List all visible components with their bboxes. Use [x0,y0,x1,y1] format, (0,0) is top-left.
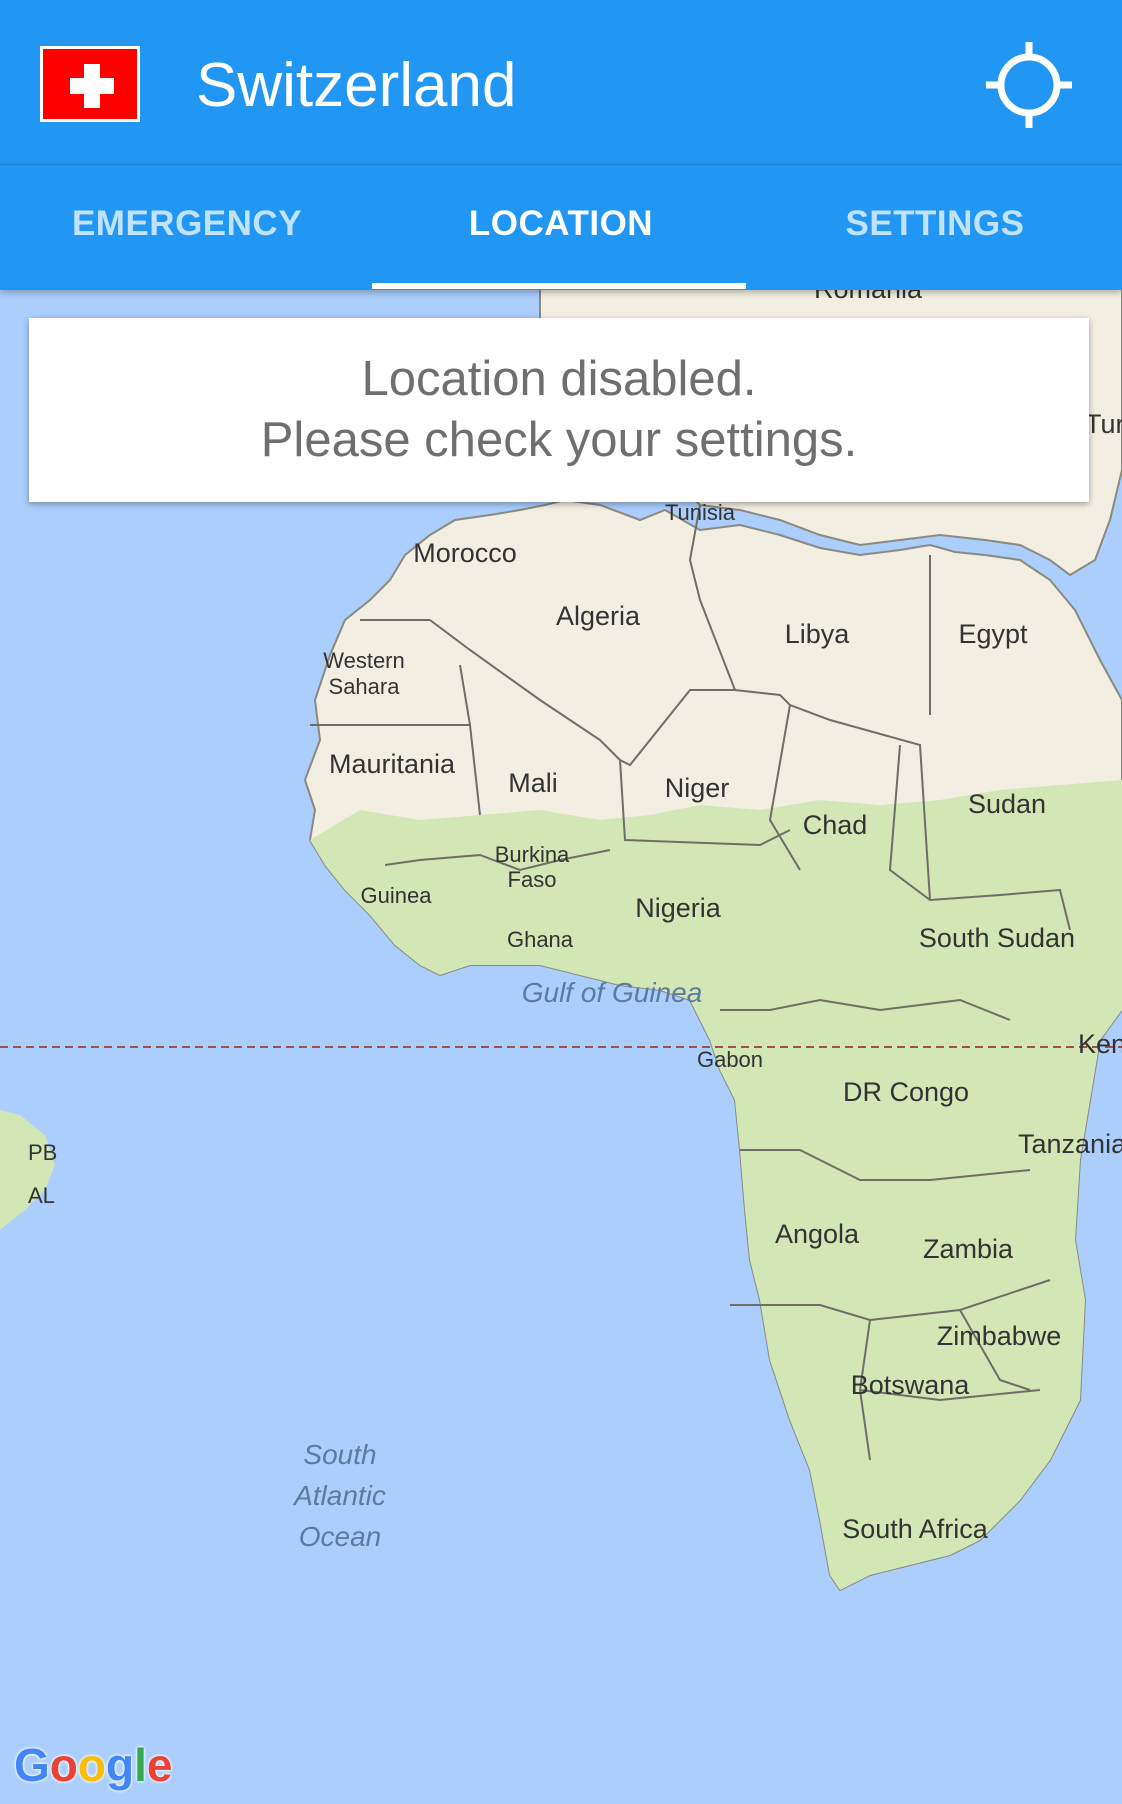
notice-line-1: Location disabled. [361,352,757,406]
logo-letter: g [106,1739,135,1791]
map-label: Sahara [329,674,401,699]
google-logo: Google [14,1738,172,1792]
tab-bar: EMERGENCY LOCATION SETTINGS [0,164,1122,290]
map-label: Kenya [1078,1029,1122,1059]
notice-line-2: Please check your settings. [260,413,858,467]
tab-label: LOCATION [468,203,654,243]
tab-emergency[interactable]: EMERGENCY [0,165,374,290]
map-label: DR Congo [843,1077,969,1107]
map-label: South Africa [842,1514,989,1544]
app-bar: Switzerland [0,0,1122,164]
map-label: Western [323,648,405,673]
map-view[interactable]: Romania Tunisia Morocco Algeria Libya Eg… [0,289,1122,1804]
logo-letter: o [49,1739,78,1791]
map-label: Morocco [413,538,517,568]
map-label: Tanzania [1018,1129,1122,1159]
map-label: Zimbabwe [937,1321,1062,1351]
map-label: Sudan [968,789,1046,819]
tab-settings[interactable]: SETTINGS [748,165,1122,290]
map-label: Mauritania [329,749,456,779]
map-label: Zambia [923,1234,1014,1264]
tab-location[interactable]: LOCATION [374,165,748,290]
map-label: PB [28,1140,57,1165]
map-label: Egypt [958,619,1028,649]
logo-letter: e [146,1739,173,1791]
map-label: Mali [508,768,558,798]
water-label: Gulf of Guinea [522,977,703,1008]
crosshair-icon[interactable] [984,40,1074,130]
map-label: Algeria [556,601,641,631]
map-label: Guinea [361,883,433,908]
active-tab-indicator [372,283,746,289]
map-canvas: Romania Tunisia Morocco Algeria Libya Eg… [0,289,1122,1592]
map-label: Chad [803,810,868,840]
country-title: Switzerland [196,51,517,120]
logo-letter: o [77,1739,106,1791]
map-label: Burkina [495,842,570,867]
tab-label: SETTINGS [845,203,1025,243]
water-label: Atlantic [292,1480,386,1511]
map-label: Turkey [1085,409,1122,439]
land-south-america [0,1110,55,1230]
map-label: Tunisia [665,500,736,525]
map-label: Gabon [697,1047,763,1072]
swiss-flag-icon [40,46,140,122]
map-label: Angola [775,1219,860,1249]
map-label: Botswana [851,1370,971,1400]
map-label: Libya [785,619,851,649]
map-label: Nigeria [635,893,722,923]
map-label: AL [28,1183,55,1208]
water-label: South [303,1439,376,1470]
logo-letter: G [14,1739,50,1791]
map-label: South Sudan [919,923,1075,953]
map-label: Niger [665,773,730,803]
water-label: Ocean [299,1521,382,1552]
tab-label: EMERGENCY [71,203,303,243]
logo-letter: l [134,1739,147,1791]
map-label: Romania [814,289,923,304]
location-disabled-notice: Location disabled. Please check your set… [29,318,1089,502]
map-label: Faso [508,867,557,892]
map-label: Ghana [507,927,574,952]
